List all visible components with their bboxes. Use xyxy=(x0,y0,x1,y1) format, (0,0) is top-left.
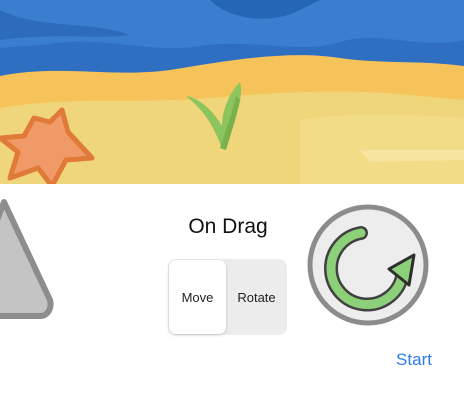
mode-segmented-control: Move Rotate xyxy=(168,259,287,335)
page-title: On Drag xyxy=(188,215,268,238)
rotate-knob[interactable] xyxy=(306,203,430,327)
segment-rotate[interactable]: Rotate xyxy=(227,259,286,335)
triangle-shape[interactable] xyxy=(0,188,60,328)
start-button[interactable]: Start xyxy=(388,349,440,371)
segment-move[interactable]: Move xyxy=(169,260,226,334)
beach-scene xyxy=(0,0,464,184)
